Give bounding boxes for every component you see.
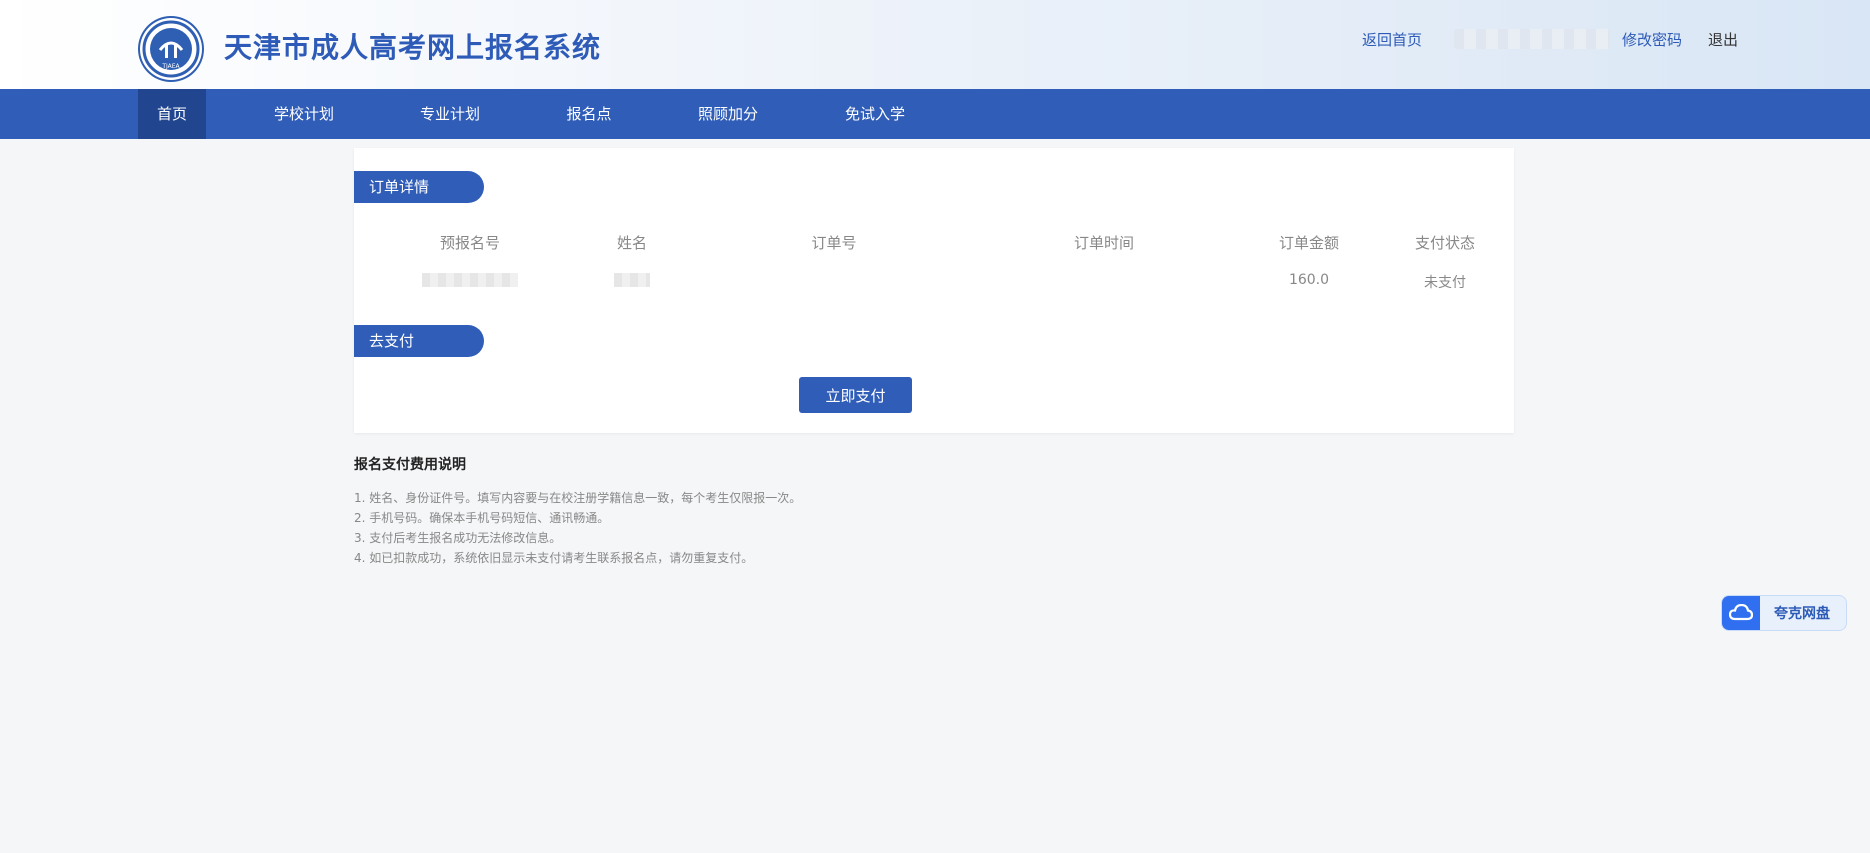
table-row-amount: 160.0 [1288, 272, 1330, 288]
note-line: 1. 姓名、身份证件号。填写内容要与在校注册学籍信息一致，每个考生仅限报一次。 [354, 491, 802, 505]
col-header-name: 姓名 [616, 234, 647, 252]
table-row-name [587, 272, 677, 288]
redacted-value [422, 273, 518, 287]
main-nav: 首页 学校计划 专业计划 报名点 照顾加分 免试入学 [0, 89, 1870, 139]
quark-netdisk-button[interactable]: 夸克网盘 [1721, 595, 1847, 631]
pay-now-button[interactable]: 立即支付 [799, 377, 912, 413]
go-pay-tag: 去支付 [354, 325, 484, 357]
cloud-icon [1722, 596, 1760, 630]
col-header-order-time: 订单时间 [1073, 234, 1134, 252]
col-header-order-no: 订单号 [811, 234, 857, 252]
notes-title: 报名支付费用说明 [354, 457, 466, 473]
change-password-link[interactable]: 修改密码 [1622, 29, 1682, 50]
nav-registration-point[interactable]: 报名点 [556, 89, 622, 139]
emblem-icon: TJAEA [142, 20, 200, 78]
top-links: 返回首页 修改密码 退出 [1362, 28, 1738, 50]
note-line: 3. 支付后考生报名成功无法修改信息。 [354, 531, 562, 545]
col-header-pay-status: 支付状态 [1414, 234, 1475, 252]
redacted-value [614, 273, 650, 287]
table-row-pre-reg-no [410, 272, 530, 288]
return-home-link[interactable]: 返回首页 [1362, 29, 1422, 50]
nav-exam-free[interactable]: 免试入学 [835, 89, 915, 139]
order-card: 订单详情 预报名号 姓名 订单号 订单时间 订单金额 支付状态 160.0 未支… [354, 148, 1514, 433]
order-details-tag: 订单详情 [354, 171, 484, 203]
col-header-amount: 订单金额 [1278, 234, 1339, 252]
nav-bonus-points[interactable]: 照顾加分 [688, 89, 768, 139]
nav-school-plan[interactable]: 学校计划 [264, 89, 344, 139]
quark-label: 夸克网盘 [1774, 606, 1830, 622]
payment-notes: 报名支付费用说明 1. 姓名、身份证件号。填写内容要与在校注册学籍信息一致，每个… [354, 454, 1254, 568]
tjaea-logo: TJAEA [138, 16, 204, 82]
col-header-pre-reg-no: 预报名号 [439, 234, 500, 252]
table-row-pay-status: 未支付 [1424, 275, 1466, 291]
header: TJAEA 天津市成人高考网上报名系统 返回首页 修改密码 退出 [0, 0, 1870, 89]
note-line: 4. 如已扣款成功，系统依旧显示未支付请考生联系报名点，请勿重复支付。 [354, 551, 754, 565]
logout-link[interactable]: 退出 [1708, 29, 1738, 50]
username-redacted [1454, 29, 1611, 49]
svg-text:TJAEA: TJAEA [161, 63, 180, 70]
nav-major-plan[interactable]: 专业计划 [410, 89, 490, 139]
site-title: 天津市成人高考网上报名系统 [224, 31, 602, 64]
note-line: 2. 手机号码。确保本手机号码短信、通讯畅通。 [354, 511, 610, 525]
nav-home[interactable]: 首页 [138, 89, 206, 139]
